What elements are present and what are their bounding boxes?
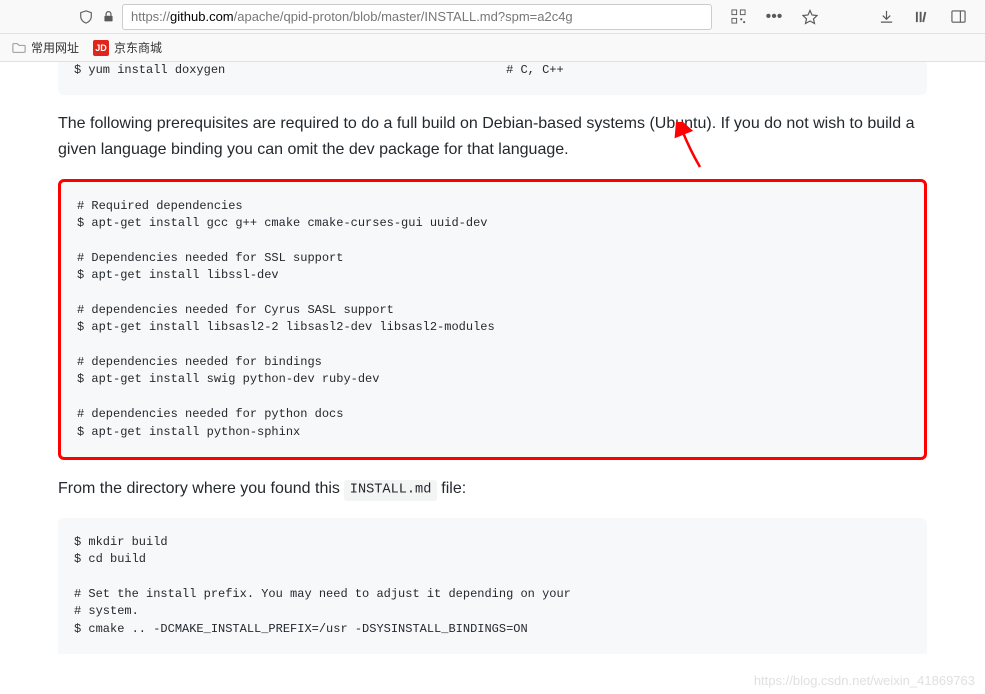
shield-icon[interactable] xyxy=(78,9,94,25)
url-protocol: https:// xyxy=(131,9,170,24)
url-path: /apache/qpid-proton/blob/master/INSTALL.… xyxy=(234,9,573,24)
browser-address-bar: https://github.com/apache/qpid-proton/bl… xyxy=(0,0,985,34)
bookmark-label: 常用网址 xyxy=(31,39,79,56)
bookmark-jd[interactable]: JD 京东商城 xyxy=(93,39,162,56)
download-icon[interactable] xyxy=(877,8,895,26)
sidebar-icon[interactable] xyxy=(949,8,967,26)
inline-code-installmd: INSTALL.md xyxy=(344,480,436,500)
security-icons-group xyxy=(78,9,116,25)
bookmark-common-sites[interactable]: 常用网址 xyxy=(12,39,79,56)
url-input[interactable]: https://github.com/apache/qpid-proton/bl… xyxy=(122,4,712,30)
prerequisites-paragraph: The following prerequisites are required… xyxy=(58,111,927,162)
page-content: $ yum install doxygen # C, C++ The follo… xyxy=(0,62,985,654)
lock-icon[interactable] xyxy=(100,9,116,25)
bookmark-label: 京东商城 xyxy=(114,39,162,56)
qr-icon[interactable] xyxy=(729,8,747,26)
jd-icon: JD xyxy=(93,40,109,56)
url-domain: github.com xyxy=(170,9,234,24)
browser-action-icons: ••• xyxy=(729,8,967,26)
library-icon[interactable] xyxy=(913,8,931,26)
bookmarks-toolbar: 常用网址 JD 京东商城 xyxy=(0,34,985,62)
paragraph-text-before: From the directory where you found this xyxy=(58,480,344,497)
folder-icon xyxy=(12,41,26,55)
code-block-apt-highlighted: # Required dependencies $ apt-get instal… xyxy=(58,179,927,460)
more-icon[interactable]: ••• xyxy=(765,8,783,26)
install-directory-paragraph: From the directory where you found this … xyxy=(58,476,927,502)
star-icon[interactable] xyxy=(801,8,819,26)
code-block-cmake: $ mkdir build $ cd build # Set the insta… xyxy=(58,518,927,654)
csdn-watermark: https://blog.csdn.net/weixin_41869763 xyxy=(754,673,975,688)
code-block-yum: $ yum install doxygen # C, C++ xyxy=(58,62,927,95)
paragraph-text-after: file: xyxy=(437,480,466,497)
